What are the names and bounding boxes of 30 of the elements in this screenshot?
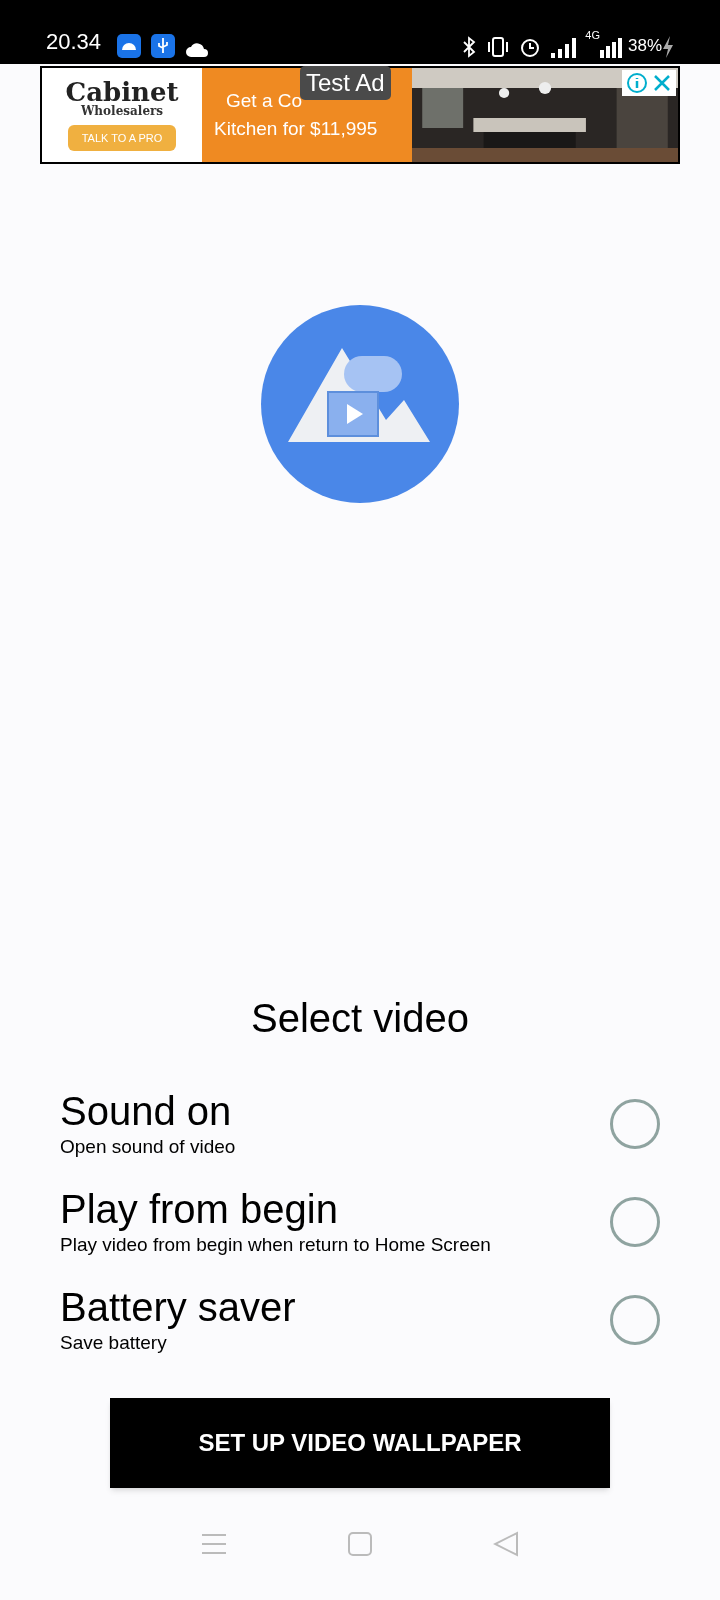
setup-wallpaper-button[interactable]: SET UP VIDEO WALLPAPER (110, 1398, 610, 1488)
option-radio[interactable] (610, 1295, 660, 1345)
signal-icon (599, 38, 622, 58)
option-radio[interactable] (610, 1099, 660, 1149)
option-radio[interactable] (610, 1197, 660, 1247)
ad-logo-title: Cabinet (65, 78, 179, 105)
network-type: 4G (585, 30, 600, 41)
option-title: Battery saver (60, 1284, 297, 1330)
option-title: Sound on (60, 1088, 233, 1134)
alarm-icon (519, 36, 542, 58)
close-icon[interactable] (652, 73, 672, 93)
battery-percentage: 38% (627, 34, 662, 57)
vibrate-icon (487, 36, 510, 58)
home-icon[interactable] (348, 1532, 372, 1556)
ad-logo-subtitle: Wholesalers (80, 104, 164, 117)
cloud-icon (185, 42, 210, 58)
option-description: Save battery (60, 1331, 168, 1355)
clock: 20.34 (46, 28, 102, 56)
option-description: Play video from begin when return to Home Screen (60, 1233, 492, 1257)
option-description: Open sound of video (60, 1135, 237, 1159)
bluetooth-icon (461, 36, 478, 58)
select-video-title[interactable]: Select video (0, 988, 720, 1048)
test-ad-label: Test Ad (300, 66, 391, 100)
info-icon[interactable] (626, 72, 648, 94)
ad-headline: Kitchen for $11,995 (214, 117, 379, 141)
menu-icon[interactable] (200, 1533, 227, 1555)
option-title: Play from begin (60, 1186, 339, 1232)
charging-icon (662, 36, 674, 58)
back-icon[interactable] (493, 1531, 520, 1557)
signal-icon (551, 38, 578, 58)
